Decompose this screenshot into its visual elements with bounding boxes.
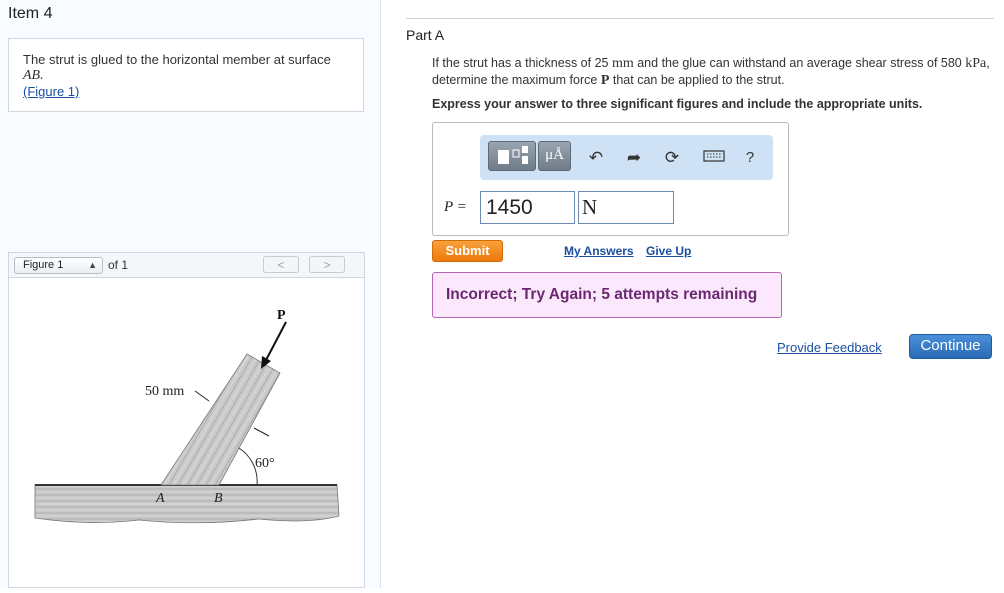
- equation-toolbar: μÅ ↶ ➦ ⟳ ?: [480, 135, 773, 180]
- figure-count: of 1: [108, 258, 129, 272]
- provide-feedback-link[interactable]: Provide Feedback: [777, 340, 882, 355]
- question-part: If the strut has a thickness of 25: [432, 56, 609, 70]
- left-panel: Item 4 The strut is glued to the horizon…: [0, 0, 381, 588]
- redo-icon[interactable]: ➦: [624, 149, 644, 167]
- answer-unit-input[interactable]: N: [578, 191, 674, 224]
- submit-button[interactable]: Submit: [432, 240, 503, 262]
- question-part: and the glue can withstand an average sh…: [637, 56, 962, 70]
- question-part: that can be applied to the strut.: [612, 73, 785, 87]
- point-b-label: B: [214, 491, 223, 506]
- units-button[interactable]: μÅ: [538, 141, 571, 171]
- strut-figure: P 50 mm 60° A B: [34, 308, 340, 524]
- figure-link[interactable]: (Figure 1): [23, 84, 79, 99]
- dimension-leader-left: [194, 390, 210, 402]
- intro-text: The strut is glued to the horizontal mem…: [23, 52, 331, 67]
- figure-area: P 50 mm 60° A B: [8, 278, 365, 588]
- variable-symbol: P =: [444, 199, 467, 215]
- next-figure-button[interactable]: >: [309, 256, 345, 273]
- reset-icon[interactable]: ⟳: [662, 149, 682, 167]
- answer-value-input[interactable]: 1450: [480, 191, 575, 224]
- right-panel: Part A If the strut has a thickness of 2…: [381, 0, 1004, 588]
- prev-figure-button[interactable]: <: [263, 256, 299, 273]
- answer-variable-label: P =: [444, 199, 467, 216]
- question-unit-kpa: kPa: [965, 56, 987, 71]
- templates-icon: [498, 146, 528, 164]
- help-button[interactable]: ?: [740, 149, 760, 167]
- surface-label: AB.: [23, 68, 44, 83]
- answer-instruction: Express your answer to three significant…: [432, 97, 923, 111]
- templates-button[interactable]: [488, 141, 536, 171]
- my-answers-link[interactable]: My Answers: [564, 244, 634, 258]
- keyboard-icon[interactable]: [702, 149, 726, 167]
- figure-navigation: Figure 1 ▲ of 1 < >: [8, 252, 365, 278]
- dimension-leader-right: [253, 427, 270, 437]
- problem-intro: The strut is glued to the horizontal mem…: [8, 38, 364, 112]
- undo-icon[interactable]: ↶: [586, 149, 606, 167]
- angle-label: 60°: [255, 456, 275, 471]
- answer-box: μÅ ↶ ➦ ⟳ ? P = 1450 N: [432, 122, 789, 236]
- horizontal-member: [34, 484, 340, 524]
- select-arrows-icon: ▲: [88, 260, 97, 270]
- question-unit-mm: mm: [611, 56, 634, 71]
- point-a-label: A: [155, 491, 165, 506]
- force-arrow: [264, 321, 287, 363]
- item-title: Item 4: [8, 5, 53, 22]
- figure-select[interactable]: Figure 1 ▲: [14, 257, 103, 274]
- force-label: P: [277, 308, 286, 323]
- figure-select-value: Figure 1: [23, 259, 64, 271]
- continue-button[interactable]: Continue: [909, 334, 992, 359]
- give-up-link[interactable]: Give Up: [646, 244, 691, 258]
- divider: [406, 18, 994, 19]
- width-dimension-label: 50 mm: [145, 384, 184, 399]
- question-text: If the strut has a thickness of 25 mm an…: [432, 55, 997, 89]
- feedback-message: Incorrect; Try Again; 5 attempts remaini…: [432, 272, 782, 318]
- part-title: Part A: [406, 27, 445, 43]
- question-force-symbol: P: [600, 73, 610, 88]
